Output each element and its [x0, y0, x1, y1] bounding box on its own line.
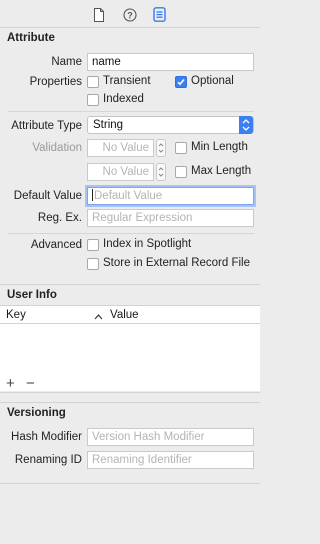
regex-field[interactable]: Regular Expression: [87, 209, 254, 227]
min-value-field[interactable]: No Value: [87, 139, 154, 157]
optional-checkbox[interactable]: [175, 76, 187, 88]
indexed-checkbox[interactable]: [87, 94, 99, 106]
min-value-stepper[interactable]: [156, 139, 166, 157]
svg-text:?: ?: [127, 11, 133, 21]
min-length-checkbox[interactable]: [175, 142, 187, 154]
value-column-header[interactable]: Value: [110, 309, 139, 321]
name-field[interactable]: name: [87, 53, 254, 71]
data-model-inspector-icon[interactable]: [153, 7, 166, 25]
user-info-section-header: User Info: [7, 289, 57, 301]
row-divider: [8, 111, 254, 112]
renaming-id-label: Renaming ID: [14, 454, 82, 466]
hash-modifier-label: Hash Modifier: [11, 431, 82, 443]
index-spotlight-checkbox[interactable]: [87, 239, 99, 251]
popup-arrows-icon: [239, 116, 253, 134]
default-value-placeholder: Default Value: [94, 190, 163, 202]
versioning-section-header: Versioning: [7, 407, 66, 419]
section-divider: [0, 392, 260, 393]
remove-entry-button[interactable]: −: [26, 376, 35, 391]
max-value-field[interactable]: No Value: [87, 163, 154, 181]
section-divider: [0, 402, 260, 403]
sort-ascending-icon: [94, 311, 103, 323]
index-spotlight-label: Index in Spotlight: [103, 238, 192, 250]
min-length-label: Min Length: [191, 141, 248, 153]
renaming-id-field[interactable]: Renaming Identifier: [87, 451, 254, 469]
hash-modifier-field[interactable]: Version Hash Modifier: [87, 428, 254, 446]
text-caret: [92, 189, 93, 201]
transient-label: Transient: [103, 75, 151, 87]
indexed-label: Indexed: [103, 93, 144, 105]
key-column-header[interactable]: Key: [6, 309, 26, 321]
max-length-label: Max Length: [191, 165, 252, 177]
external-record-label: Store in External Record File: [103, 257, 251, 269]
attribute-type-popup[interactable]: String: [87, 116, 254, 134]
attribute-section-header: Attribute: [7, 32, 55, 44]
row-divider: [8, 233, 254, 234]
attribute-type-value: String: [93, 119, 124, 131]
add-entry-button[interactable]: +: [6, 376, 15, 391]
external-record-checkbox[interactable]: [87, 258, 99, 270]
section-divider: [0, 284, 260, 285]
validation-label: Validation: [32, 142, 82, 154]
transient-checkbox[interactable]: [87, 76, 99, 88]
attribute-type-label: Attribute Type: [11, 120, 82, 132]
section-divider: [0, 483, 260, 484]
default-value-field[interactable]: Default Value: [87, 187, 254, 205]
default-value-label: Default Value: [13, 190, 82, 202]
optional-label: Optional: [191, 75, 234, 87]
advanced-label: Advanced: [30, 239, 82, 251]
regex-label: Reg. Ex.: [37, 212, 82, 224]
toolbar-divider: [0, 27, 260, 28]
properties-label: Properties: [29, 76, 82, 88]
quick-help-icon[interactable]: ?: [123, 8, 137, 25]
max-length-checkbox[interactable]: [175, 166, 187, 178]
name-label: Name: [51, 56, 82, 68]
file-inspector-icon[interactable]: [93, 8, 105, 25]
max-value-stepper[interactable]: [156, 163, 166, 181]
